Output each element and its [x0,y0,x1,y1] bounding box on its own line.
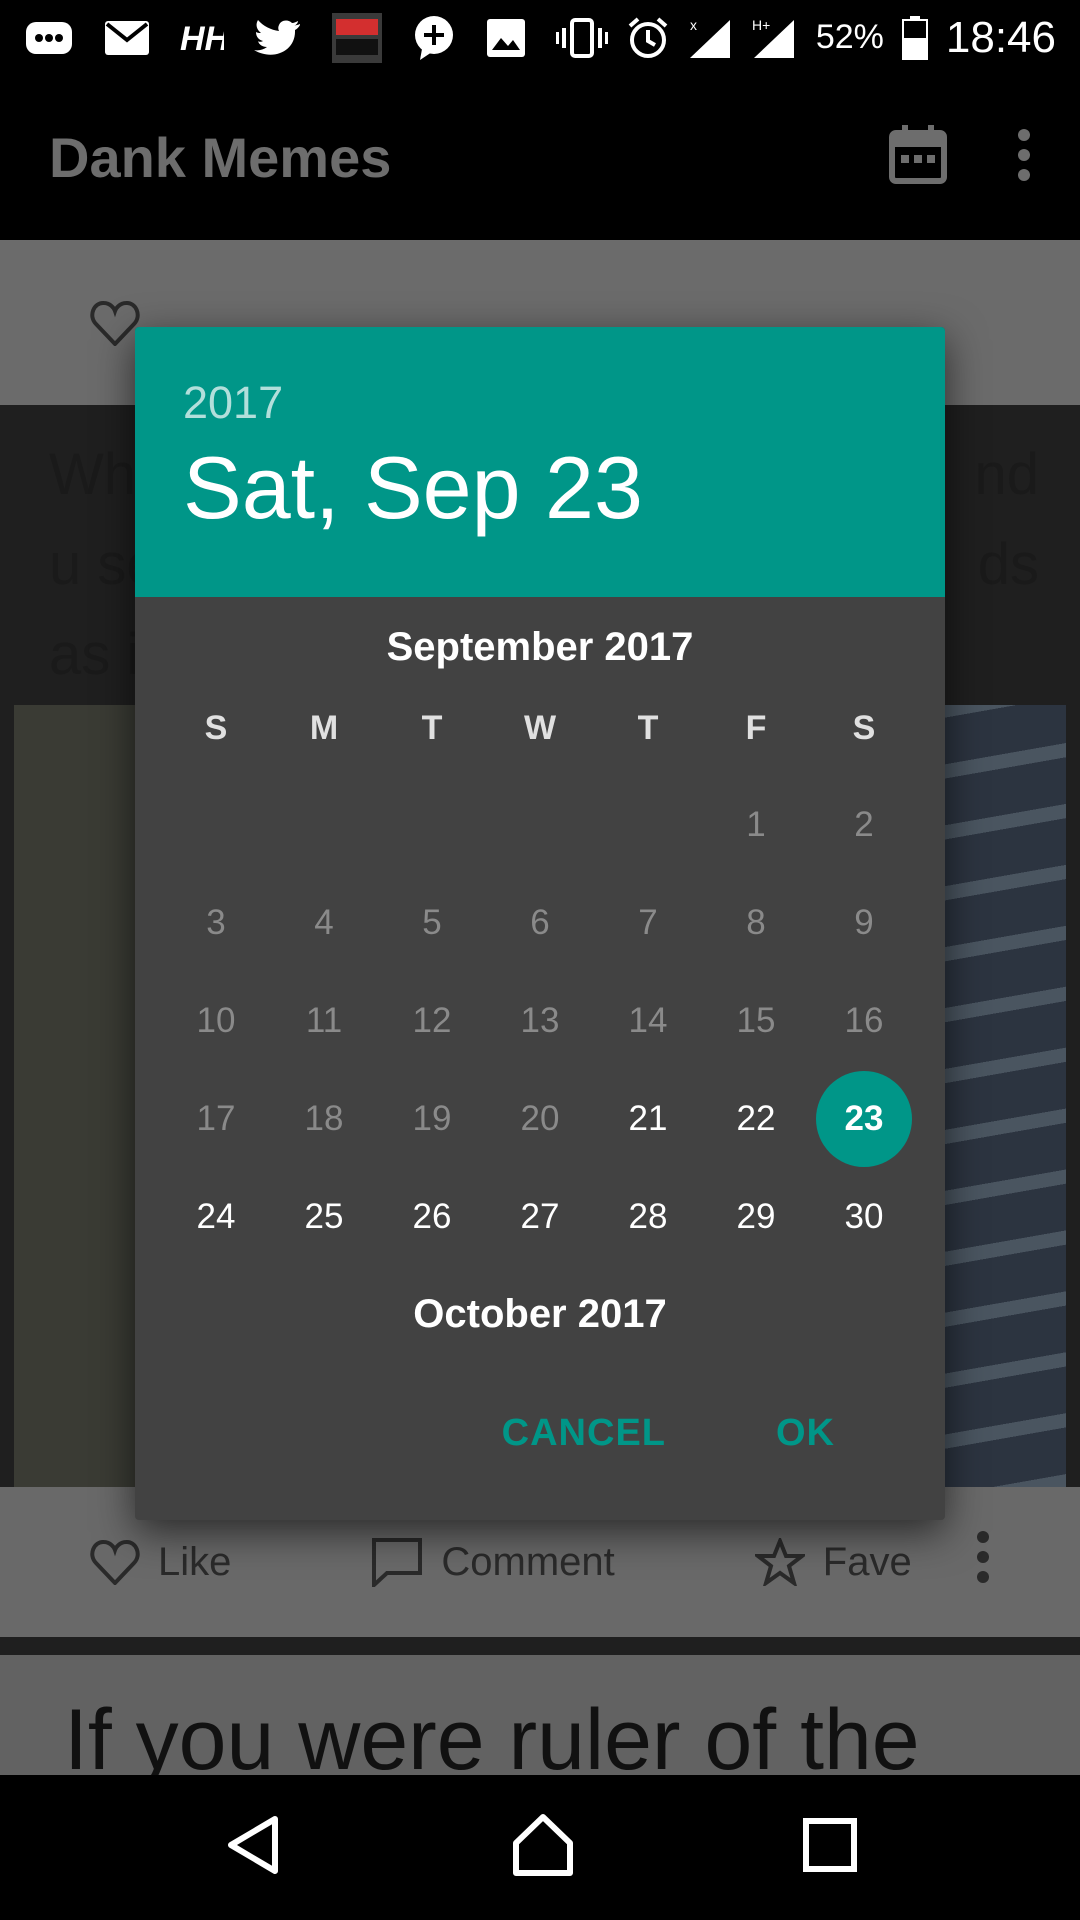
comment-icon [372,1538,423,1587]
fave-label: Fave [822,1539,912,1584]
svg-text:H+: H+ [752,17,770,33]
day-25[interactable]: 25 [270,1168,378,1266]
date-picker-dialog: 2017 Sat, Sep 23 September 2017 S M T W … [135,327,945,1520]
vibrate-icon [555,17,608,58]
day-1: 1 [746,805,766,844]
navigation-bar [0,1775,1080,1920]
card-overflow-icon[interactable] [976,1531,990,1593]
day-22[interactable]: 22 [702,1070,810,1168]
month-title: September 2017 [386,625,694,669]
day-8: 8 [746,903,766,942]
chat-plus-icon [412,15,456,61]
weekday-label: S [204,709,228,747]
selected-date[interactable]: Sat, Sep 23 [183,437,897,539]
back-icon[interactable] [223,1813,283,1882]
day-11: 11 [305,1001,343,1040]
mail-icon [104,20,150,56]
day-18: 18 [304,1099,344,1138]
alarm-icon [626,16,670,60]
year-selector[interactable]: 2017 [183,377,897,429]
day-15: 15 [736,1001,776,1040]
weekday-header: S M T W T F S [135,709,945,764]
day-grid: 1 2 3 4 5 6 7 8 9 10 11 12 13 14 15 16 1… [135,776,945,1266]
day-12: 12 [412,1001,452,1040]
signal-hplus-icon: H+ [752,16,798,60]
day-3: 3 [206,903,226,942]
twitter-icon [254,18,302,58]
like-button-top[interactable] [90,300,140,346]
day-4: 4 [314,903,334,942]
status-bar: HH x H+ 52% 18:46 [0,0,1080,75]
recents-icon[interactable] [802,1818,857,1877]
day-19: 19 [412,1099,452,1138]
hh-app-icon: HH [180,20,224,56]
home-icon[interactable] [510,1813,576,1882]
svg-text:HH: HH [180,20,224,56]
weekday-label: S [852,709,876,747]
weekday-label: F [745,709,767,747]
day-24[interactable]: 24 [162,1168,270,1266]
app-bar: Dank Memes [0,75,1080,240]
next-meme-text: If you were ruler of the [0,1655,1080,1775]
image-icon [486,18,526,58]
battery-percent: 52% [815,18,884,56]
day-16: 16 [844,1001,884,1040]
day-7: 7 [638,903,658,942]
weekday-label: W [523,709,557,747]
like-label: Like [158,1539,232,1584]
day-10: 10 [196,1001,236,1040]
weekday-label: T [637,709,659,747]
motor-trend-icon [332,12,382,63]
day-6: 6 [530,903,550,942]
day-28[interactable]: 28 [594,1168,702,1266]
like-button[interactable]: Like [90,1539,231,1585]
day-26[interactable]: 26 [378,1168,486,1266]
day-13: 13 [520,1001,560,1040]
heart-icon [90,1540,140,1585]
day-2: 2 [854,805,874,844]
day-20: 20 [520,1099,560,1138]
weekday-label: M [309,709,339,747]
comment-label: Comment [441,1539,615,1584]
day-9: 9 [854,903,874,942]
day-17: 17 [196,1099,236,1138]
star-icon [754,1538,805,1586]
messenger-icon [24,18,74,58]
svg-text:x: x [690,17,697,33]
app-title: Dank Memes [49,126,392,189]
next-month-title: October 2017 [413,1292,667,1336]
day-14: 14 [628,1001,668,1040]
day-21[interactable]: 21 [594,1070,702,1168]
comment-button[interactable]: Comment [371,1537,615,1587]
date-picker-header: 2017 Sat, Sep 23 [135,327,945,597]
clock: 18:46 [945,12,1056,62]
day-5: 5 [422,903,442,942]
battery-icon [901,15,928,60]
cancel-button[interactable]: CANCEL [502,1412,666,1455]
day-27[interactable]: 27 [486,1168,594,1266]
dialog-actions: CANCEL OK [502,1412,835,1455]
day-29[interactable]: 29 [702,1168,810,1266]
weekday-label: T [421,709,443,747]
fave-button[interactable]: Fave [754,1538,912,1586]
overflow-menu-icon[interactable] [1017,129,1031,186]
day-30[interactable]: 30 [810,1168,918,1266]
ok-button[interactable]: OK [776,1412,835,1455]
calendar-icon[interactable] [889,125,947,190]
day-23-selected[interactable]: 23 [810,1070,918,1168]
signal-icon: x [688,16,734,60]
